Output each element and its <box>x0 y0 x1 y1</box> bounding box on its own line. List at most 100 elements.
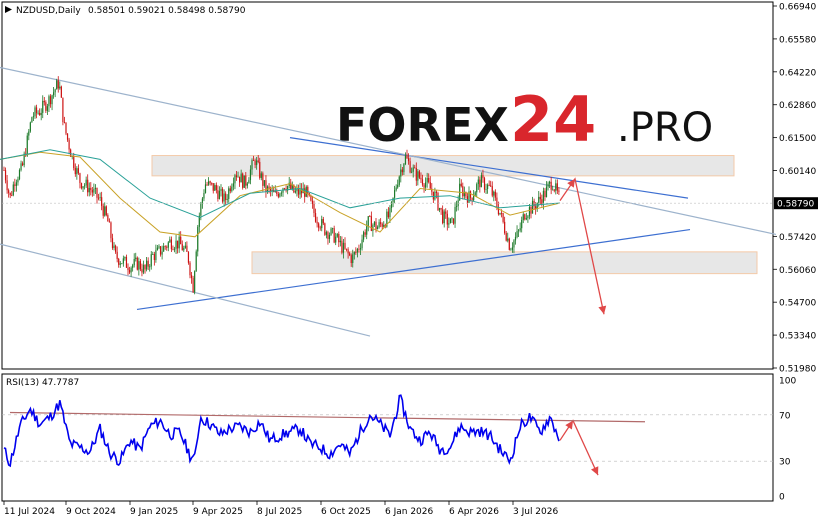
candle-body <box>370 216 372 231</box>
candle-body <box>142 264 145 273</box>
candle-body <box>20 163 22 171</box>
candle-body <box>313 203 315 214</box>
candle-body <box>277 193 279 197</box>
candle-body <box>400 169 402 177</box>
candle-body <box>226 198 228 200</box>
price-tick-label: 0.65580 <box>779 35 816 45</box>
candle-body <box>245 175 247 186</box>
candle-body <box>221 188 224 202</box>
candle-body <box>54 89 56 93</box>
candle-body <box>522 214 524 220</box>
candle-body <box>381 223 383 227</box>
candle-body <box>363 232 365 240</box>
candle-body <box>235 175 238 178</box>
candle-body <box>456 206 458 207</box>
candle-body <box>491 186 493 196</box>
candle-body <box>262 173 264 186</box>
candle-body <box>496 197 498 208</box>
candle-body <box>547 183 549 187</box>
price-tick-label: 0.61500 <box>779 134 816 144</box>
candle-body <box>49 96 52 105</box>
candle-body <box>15 182 17 186</box>
candle-body <box>119 263 121 265</box>
candle-body <box>356 248 358 253</box>
candle-body <box>57 80 59 89</box>
candle-body <box>406 155 408 159</box>
candle-body <box>163 246 165 252</box>
candle-body <box>425 182 427 188</box>
candle-body <box>502 213 504 222</box>
candle-body <box>297 188 300 195</box>
candle-body <box>411 171 413 173</box>
candle-body <box>283 188 286 190</box>
candle-body <box>84 185 86 187</box>
price-tick-label: 0.51980 <box>779 365 816 375</box>
candle-body <box>94 187 97 189</box>
watermark-forex: FOREX <box>336 98 509 152</box>
candle-body <box>507 238 509 241</box>
candle-body <box>183 247 185 251</box>
candle-body <box>429 182 431 189</box>
candle-body <box>460 183 462 187</box>
candle-body <box>321 219 323 229</box>
candle-body <box>56 80 58 90</box>
candle-body <box>414 167 416 169</box>
candle-body <box>166 246 168 248</box>
candle-body <box>93 188 95 193</box>
candle-body <box>209 181 211 183</box>
candle-body <box>158 246 160 248</box>
candle-body <box>335 236 337 243</box>
candle-body <box>105 206 107 216</box>
candle-body <box>192 278 194 293</box>
forex-chart[interactable]: FOREX 24 .PRO 0.58790 0.66940 0.65580 0.642… <box>0 0 821 523</box>
candle-body <box>22 163 24 166</box>
candle-body <box>542 190 544 205</box>
candle-body <box>395 187 397 191</box>
candle-body <box>187 251 190 263</box>
candle-body <box>539 196 541 200</box>
candle-body <box>550 181 552 190</box>
candle-body <box>426 177 428 183</box>
candle-body <box>220 188 222 191</box>
candle-body <box>99 197 101 198</box>
candle-body <box>479 179 481 188</box>
candle-body <box>87 179 89 193</box>
candle-body <box>228 188 230 199</box>
price-tick-label: 0.62860 <box>779 101 816 111</box>
candle-body <box>352 254 354 264</box>
rsi-axis-label: 100 <box>779 377 796 387</box>
candle-body <box>34 107 36 117</box>
candle-body <box>398 176 400 185</box>
candle-body <box>28 131 30 136</box>
candle-body <box>173 248 176 250</box>
candle-body <box>68 139 70 150</box>
candle-body <box>159 246 162 255</box>
candle-body <box>215 185 217 191</box>
candle-body <box>260 173 262 178</box>
candle-body <box>133 258 135 266</box>
candle-body <box>40 112 42 116</box>
candle-body <box>108 221 110 223</box>
candle-body <box>197 226 199 252</box>
candle-body <box>314 213 317 222</box>
candle-body <box>477 179 479 185</box>
candle-body <box>203 192 205 199</box>
candle-body <box>12 184 14 196</box>
candle-body <box>428 177 430 183</box>
candle-body <box>359 248 362 250</box>
sr-zone-2 <box>251 251 758 275</box>
chart-svg: FOREX 24 .PRO 0.58790 0.66940 0.65580 0.642… <box>0 1 818 517</box>
candle-body <box>558 190 560 192</box>
candle-body <box>421 179 424 185</box>
candle-body <box>490 185 492 187</box>
candle-body <box>336 234 338 237</box>
candle-body <box>358 248 360 250</box>
candle-body <box>528 207 531 217</box>
candle-body <box>476 184 478 193</box>
candle-body <box>53 92 55 96</box>
candle-body <box>175 240 177 249</box>
candle-body <box>237 176 239 178</box>
candle-body <box>111 238 114 248</box>
candle-body <box>79 173 81 184</box>
candle-body <box>104 206 106 216</box>
